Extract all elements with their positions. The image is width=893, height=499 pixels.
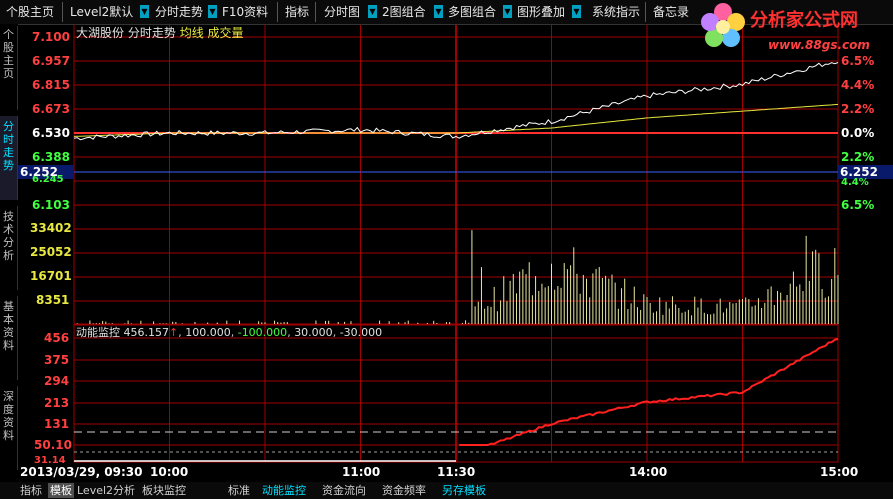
- bottom-tab-fund-freq[interactable]: 资金频率: [382, 483, 426, 498]
- price-label: 7.100: [32, 30, 70, 44]
- time-tick: 10:00: [150, 465, 189, 479]
- toolbar-memo[interactable]: 备忘录: [653, 3, 689, 21]
- toolbar-f10[interactable]: F10资料: [222, 3, 268, 21]
- toolbar-level2-default[interactable]: Level2默认: [70, 3, 133, 21]
- toolbar-stock-home[interactable]: 个股主页: [6, 3, 54, 21]
- bottom-tab-level2[interactable]: Level2分析: [77, 483, 135, 498]
- bottom-tab-sector-monitor[interactable]: 板块监控: [142, 483, 186, 498]
- indicator-name: 动能监控: [76, 326, 120, 339]
- chart-grid: [73, 23, 839, 463]
- intraday-chart[interactable]: [0, 0, 893, 499]
- left-tab-fundamental[interactable]: 基本资料: [0, 296, 18, 380]
- pct-label: 4.4%: [841, 177, 869, 188]
- dropdown-arrow-icon[interactable]: ▼: [503, 5, 512, 18]
- cursor-price-left: 6.252: [20, 165, 58, 179]
- dropdown-arrow-icon[interactable]: ▼: [572, 5, 581, 18]
- volume-scale-label: 33402: [30, 221, 72, 235]
- bottom-tab-template[interactable]: 模板: [48, 483, 74, 498]
- logo-text: 分析家公式网: [750, 10, 858, 31]
- price-label: 6.957: [32, 54, 70, 68]
- bottom-tab-bar: 指标 模板 Level2分析 板块监控 标准 动能监控 资金流向 资金频率 另存…: [0, 482, 893, 499]
- toolbar-time-chart[interactable]: 分时图: [324, 3, 360, 21]
- pct-label: 6.5%: [841, 198, 875, 212]
- volume-label: 成交量: [207, 26, 244, 40]
- toolbar-system-indicator[interactable]: 系统指示: [592, 3, 640, 21]
- left-tab-stock-home[interactable]: 个股主页: [0, 26, 18, 110]
- dropdown-arrow-icon[interactable]: ▼: [208, 5, 217, 18]
- time-tick: 11:00: [342, 465, 381, 479]
- date-time-label: 2013/03/29, 09:30: [20, 465, 143, 479]
- volume-scale-label: 25052: [30, 245, 72, 259]
- site-logo: 分析家公式网 www.88gs.com: [698, 0, 893, 60]
- pct-label: 6.5%: [841, 54, 875, 68]
- momentum-indicator-line: [459, 338, 839, 446]
- stock-name: 大湖股份: [76, 26, 125, 40]
- toolbar-intraday[interactable]: 分时走势: [155, 3, 203, 21]
- view-name: 分时走势: [127, 26, 176, 40]
- indicator-param: 100.000: [185, 326, 231, 339]
- time-tick: 14:00: [629, 465, 668, 479]
- dropdown-arrow-icon[interactable]: ▼: [434, 5, 443, 18]
- flower-logo-icon: [701, 3, 745, 47]
- price-panel-header: 大湖股份 分时走势 均线 成交量: [76, 24, 244, 41]
- toolbar-2-chart-combo[interactable]: 2图组合: [382, 3, 426, 21]
- toolbar-overlay[interactable]: 图形叠加: [517, 3, 565, 21]
- pct-label: 2.2%: [841, 102, 875, 116]
- pct-label: 0.0%: [841, 126, 875, 140]
- price-label: 6.388: [32, 150, 70, 164]
- indicator-scale-label: 375: [44, 353, 70, 367]
- indicator-param: -30.000: [339, 326, 383, 339]
- avg-line-label: 均线: [179, 26, 204, 40]
- volume-scale-label: 8351: [36, 293, 70, 307]
- left-tab-technical[interactable]: 技术分析: [0, 206, 18, 290]
- toolbar-indicator[interactable]: 指标: [285, 3, 309, 21]
- indicator-header: 动能监控 456.157↑, 100.000, -100.000, 30.000…: [76, 326, 383, 339]
- time-tick: 11:30: [437, 465, 476, 479]
- bottom-tab-fund-flow[interactable]: 资金流向: [322, 483, 366, 498]
- bottom-tab-standard[interactable]: 标准: [228, 483, 250, 498]
- left-tab-deep[interactable]: 深度资料: [0, 386, 18, 470]
- left-tab-intraday[interactable]: 分时走势: [0, 116, 18, 200]
- indicator-scale-label: 456: [44, 331, 70, 345]
- bottom-tab-indicator[interactable]: 指标: [20, 483, 42, 498]
- logo-url: www.88gs.com: [768, 38, 870, 52]
- indicator-scale-label: 131: [44, 417, 70, 431]
- indicator-value: 456.157: [123, 326, 170, 339]
- indicator-param: 30.000: [294, 326, 333, 339]
- indicator-param: -100.000: [237, 326, 288, 339]
- pct-label: 2.2%: [841, 150, 875, 164]
- toolbar-multi-chart-combo[interactable]: 多图组合: [448, 3, 496, 21]
- time-tick: 15:00: [820, 465, 859, 479]
- price-label: 6.673: [32, 102, 70, 116]
- indicator-scale-label: 213: [44, 396, 70, 410]
- dropdown-arrow-icon[interactable]: ▼: [368, 5, 377, 18]
- price-label: 6.530: [32, 126, 70, 140]
- volume-scale-label: 16701: [30, 269, 72, 283]
- bottom-tab-save-template[interactable]: 另存模板: [442, 483, 486, 498]
- left-vertical-tabs: 个股主页 分时走势 技术分析 基本资料 深度资料: [0, 24, 18, 499]
- indicator-scale-label: 294: [44, 374, 70, 388]
- pct-label: 4.4%: [841, 78, 875, 92]
- bottom-tab-momentum[interactable]: 动能监控: [262, 483, 306, 498]
- price-label: 6.103: [32, 198, 70, 212]
- indicator-scale-label: 50.10: [34, 438, 72, 452]
- price-label: 6.815: [32, 78, 70, 92]
- up-arrow-icon: ↑: [169, 326, 179, 339]
- dropdown-arrow-icon[interactable]: ▼: [140, 5, 149, 18]
